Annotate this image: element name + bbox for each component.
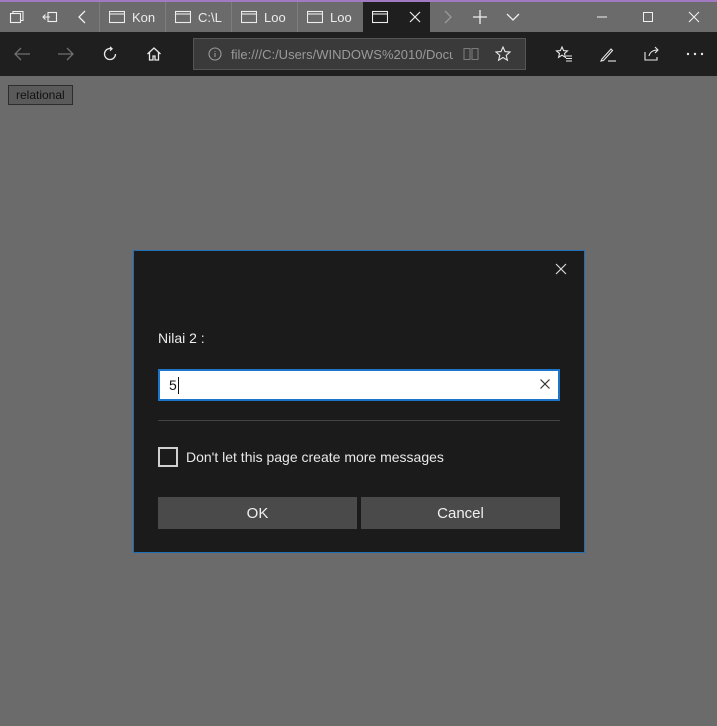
reading-view-icon[interactable] <box>463 47 479 61</box>
tab-scroll-left-icon[interactable] <box>66 2 99 32</box>
text-caret <box>177 376 179 394</box>
home-icon[interactable] <box>132 32 176 76</box>
prompt-input[interactable]: 5 <box>158 369 560 401</box>
tab-label: C:\L <box>198 9 222 25</box>
pen-notes-icon[interactable] <box>586 32 630 76</box>
forward-icon[interactable] <box>44 32 88 76</box>
favorites-icon[interactable] <box>542 32 586 76</box>
navigation-bar: file:///C:/Users/WINDOWS%2010/Docu <box>0 32 717 76</box>
page-icon <box>307 10 323 24</box>
tab-preview-chevron-icon[interactable] <box>496 2 529 32</box>
suppress-messages-row[interactable]: Don't let this page create more messages <box>158 447 444 467</box>
back-icon[interactable] <box>0 32 44 76</box>
favorite-star-icon[interactable] <box>495 46 511 62</box>
tab-label: Loo <box>330 9 352 25</box>
title-bar: Kon C:\L Loo Loo <box>0 0 717 32</box>
page-icon <box>241 10 257 24</box>
page-icon <box>372 10 388 24</box>
minimize-icon[interactable] <box>579 2 625 32</box>
prompt-message: Nilai 2 : <box>158 330 205 346</box>
prompt-input-value[interactable]: 5 <box>169 377 177 393</box>
prompt-dialog: Nilai 2 : 5 Don't let this page create m… <box>133 250 585 553</box>
share-icon[interactable] <box>630 32 674 76</box>
new-tab-icon[interactable] <box>463 2 496 32</box>
tab-3[interactable]: Loo <box>231 2 297 32</box>
page-icon <box>175 10 191 24</box>
set-tabs-aside-icon[interactable] <box>33 2 66 32</box>
maximize-icon[interactable] <box>625 2 671 32</box>
close-window-icon[interactable] <box>671 2 717 32</box>
more-options-icon[interactable] <box>673 32 717 76</box>
checkbox-label: Don't let this page create more messages <box>186 449 444 465</box>
tab-2[interactable]: C:\L <box>165 2 231 32</box>
cancel-button[interactable]: Cancel <box>361 497 560 529</box>
close-dialog-icon[interactable] <box>552 260 570 278</box>
page-icon <box>109 10 125 24</box>
tab-active[interactable] <box>363 2 430 32</box>
tab-manager-icon[interactable] <box>0 2 33 32</box>
clear-input-icon[interactable] <box>539 378 551 390</box>
tab-4[interactable]: Loo <box>297 2 363 32</box>
tab-label: Loo <box>264 9 286 25</box>
ok-button[interactable]: OK <box>158 497 357 529</box>
refresh-icon[interactable] <box>88 32 132 76</box>
site-info-icon[interactable] <box>208 47 222 61</box>
suppress-messages-checkbox[interactable] <box>158 447 178 467</box>
tab-1[interactable]: Kon <box>99 2 165 32</box>
tab-label: Kon <box>132 9 156 25</box>
close-tab-icon[interactable] <box>409 11 421 23</box>
divider <box>158 420 560 421</box>
address-url[interactable]: file:///C:/Users/WINDOWS%2010/Docu <box>231 47 453 62</box>
tab-scroll-right-icon[interactable] <box>430 2 463 32</box>
address-bar[interactable]: file:///C:/Users/WINDOWS%2010/Docu <box>193 38 526 70</box>
relational-button[interactable]: relational <box>8 85 73 105</box>
